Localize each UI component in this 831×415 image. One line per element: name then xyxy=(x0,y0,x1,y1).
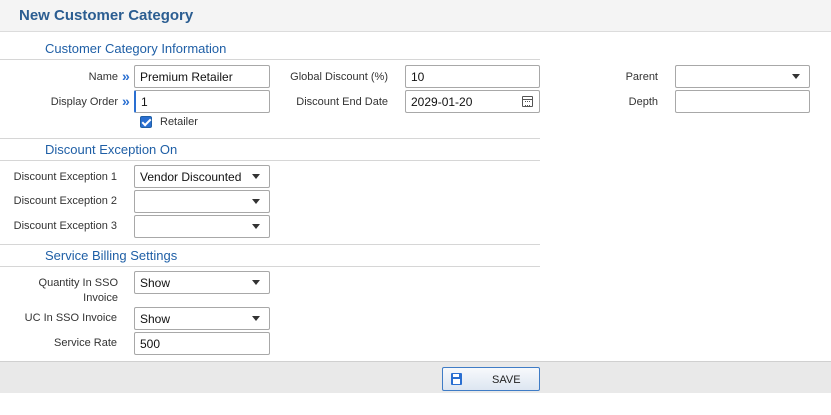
required-icon: » xyxy=(122,68,130,84)
retailer-checkbox[interactable] xyxy=(140,116,152,128)
section-title-billing: Service Billing Settings xyxy=(45,248,178,263)
discount-exception-3-label: Discount Exception 3 xyxy=(13,220,117,232)
discount-exception-1-value: Vendor Discounted xyxy=(140,169,242,184)
discount-exception-1-select[interactable]: Vendor Discounted xyxy=(134,165,270,188)
display-order-value: 1 xyxy=(141,94,148,109)
discount-exception-1-label: Discount Exception 1 xyxy=(13,171,117,183)
save-button[interactable]: SAVE xyxy=(442,367,540,391)
discount-exception-2-select[interactable] xyxy=(134,190,270,213)
section-divider xyxy=(0,59,540,60)
floppy-disk-icon xyxy=(451,373,462,385)
uc-in-sso-select[interactable]: Show xyxy=(134,307,270,330)
quantity-in-sso-value: Show xyxy=(140,275,171,290)
bottom-strip xyxy=(0,393,831,415)
section-title-discount: Discount Exception On xyxy=(45,142,178,157)
section-divider xyxy=(0,138,540,139)
name-value: Premium Retailer xyxy=(140,69,233,84)
calendar-icon[interactable] xyxy=(522,96,533,107)
global-discount-value: 10 xyxy=(411,69,425,84)
discount-end-date-input[interactable]: 2029-01-20 xyxy=(405,90,540,113)
section-divider xyxy=(0,266,540,267)
uc-in-sso-value: Show xyxy=(140,311,171,326)
parent-label: Parent xyxy=(625,71,658,83)
required-icon: » xyxy=(122,93,130,109)
section-divider xyxy=(0,244,540,245)
chevron-down-icon xyxy=(252,224,260,229)
footer-bar: SAVE xyxy=(0,361,831,393)
global-discount-label: Global Discount (%) xyxy=(290,71,388,83)
save-button-label: SAVE xyxy=(492,374,521,386)
chevron-down-icon xyxy=(252,174,260,179)
depth-input[interactable] xyxy=(675,90,810,113)
name-input[interactable]: Premium Retailer xyxy=(134,65,270,88)
service-rate-input[interactable]: 500 xyxy=(134,332,270,355)
display-order-input[interactable]: 1 xyxy=(134,90,270,113)
retailer-label: Retailer xyxy=(160,116,198,128)
chevron-down-icon xyxy=(792,74,800,79)
chevron-down-icon xyxy=(252,316,260,321)
uc-in-sso-label: UC In SSO Invoice xyxy=(24,312,117,324)
discount-exception-2-label: Discount Exception 2 xyxy=(13,195,117,207)
discount-end-date-value: 2029-01-20 xyxy=(411,94,473,109)
global-discount-input[interactable]: 10 xyxy=(405,65,540,88)
quantity-in-sso-select[interactable]: Show xyxy=(134,271,270,294)
chevron-down-icon xyxy=(252,199,260,204)
chevron-down-icon xyxy=(252,280,260,285)
discount-end-date-label: Discount End Date xyxy=(296,96,388,108)
service-rate-label: Service Rate xyxy=(54,337,117,349)
page-header: New Customer Category xyxy=(0,0,831,32)
parent-select[interactable] xyxy=(675,65,810,88)
quantity-in-sso-label: Quantity In SSO Invoice xyxy=(38,277,118,304)
section-divider xyxy=(0,160,540,161)
name-label: Name xyxy=(88,71,118,83)
display-order-label: Display Order xyxy=(50,96,118,108)
discount-exception-3-select[interactable] xyxy=(134,215,270,238)
page-title: New Customer Category xyxy=(19,7,194,24)
section-title-info: Customer Category Information xyxy=(45,41,227,56)
depth-label: Depth xyxy=(628,96,658,108)
service-rate-value: 500 xyxy=(140,336,161,351)
